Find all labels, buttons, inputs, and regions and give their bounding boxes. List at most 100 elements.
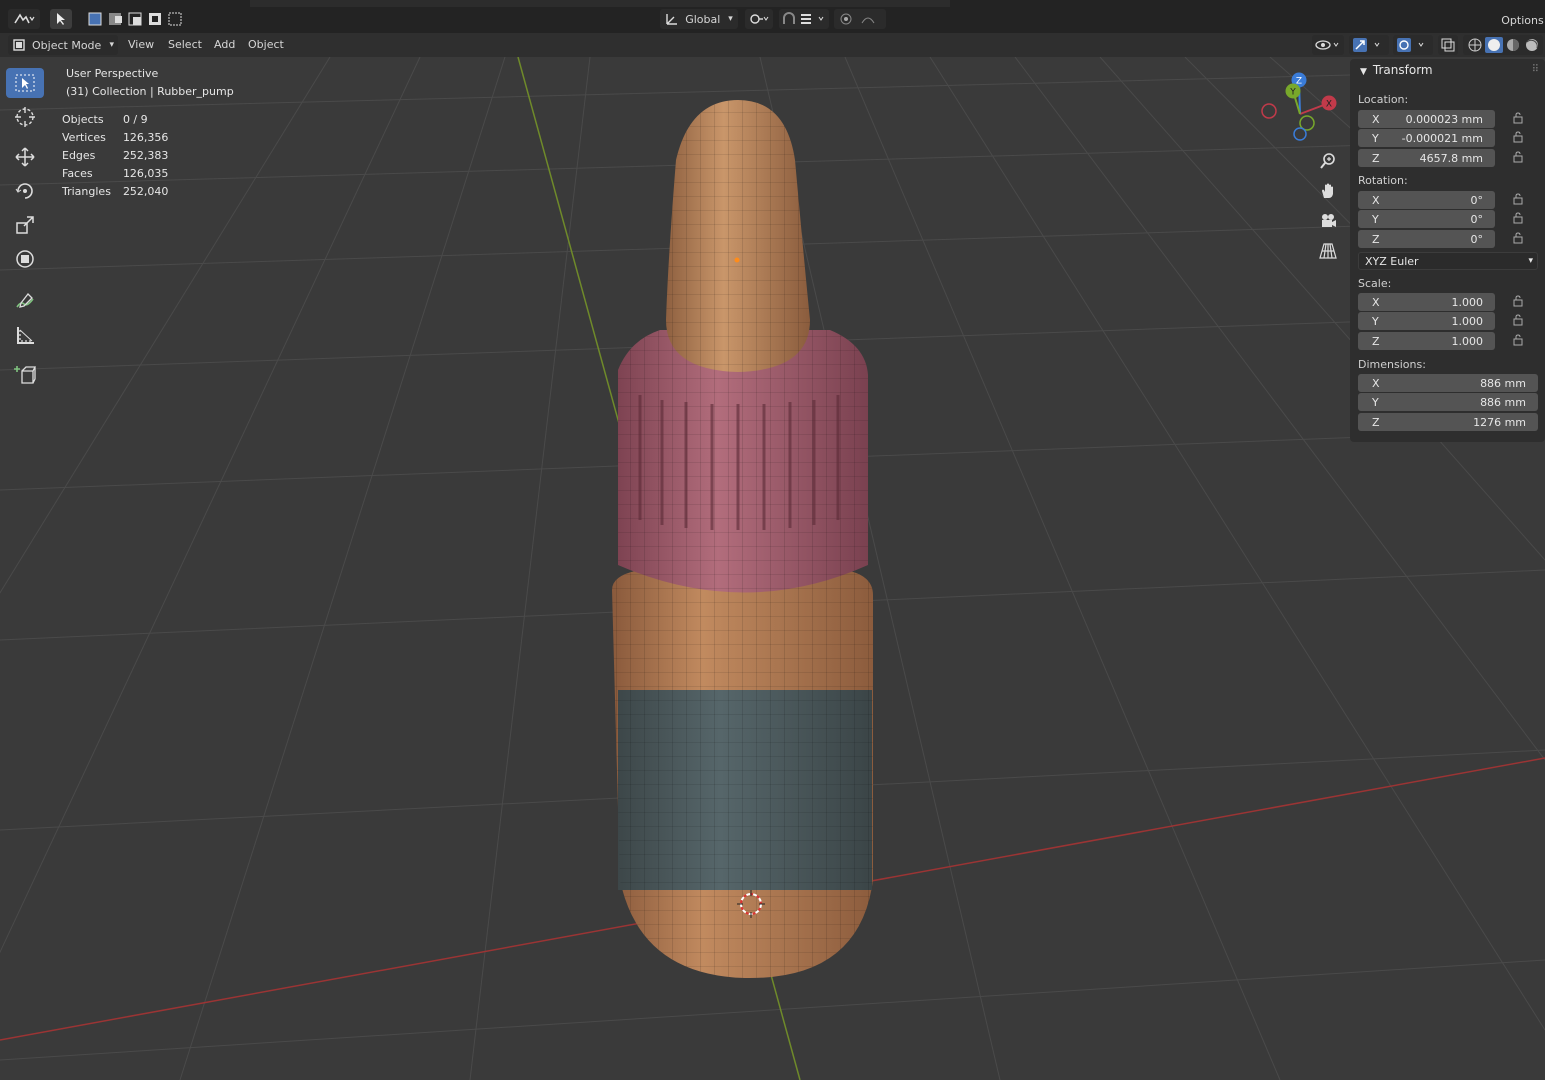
field-value: 886 mm (1480, 376, 1526, 390)
menu-view[interactable]: View (122, 36, 160, 54)
navigation-gizmo[interactable]: X Z Y (1255, 69, 1345, 159)
lock-icon[interactable] (1513, 193, 1527, 205)
object-mode-icon (13, 39, 25, 51)
lock-icon[interactable] (1513, 314, 1527, 326)
snap-icon (783, 12, 824, 24)
tool-cursor[interactable] (6, 102, 44, 132)
axis-label: Y (1372, 395, 1379, 409)
dimension-x-field[interactable]: X 886 mm (1358, 374, 1538, 392)
rotation-y-field[interactable]: Y 0° (1358, 210, 1495, 228)
overlays-toggle[interactable] (1393, 35, 1433, 55)
lock-icon[interactable] (1513, 112, 1527, 124)
tool-add-cube[interactable] (6, 360, 44, 390)
location-y-field[interactable]: Y -0.000021 mm (1358, 129, 1495, 147)
field-value: 886 mm (1480, 395, 1526, 409)
select-tool-button[interactable] (50, 9, 72, 29)
rotation-mode-dropdown[interactable]: XYZ Euler ▾ (1358, 252, 1538, 270)
view-name: User Perspective (66, 67, 159, 80)
select-box-icon (15, 74, 35, 92)
transform-icon (16, 250, 34, 268)
lock-icon[interactable] (1513, 334, 1527, 346)
shading-mode-group[interactable] (1463, 35, 1543, 55)
location-x-field[interactable]: X 0.000023 mm (1358, 110, 1495, 128)
rotation-z-field[interactable]: Z 0° (1358, 230, 1495, 248)
dimensions-label: Dimensions: (1358, 358, 1426, 371)
tool-select-box[interactable] (6, 68, 44, 98)
menu-select[interactable]: Select (162, 36, 208, 54)
lock-icon[interactable] (1513, 151, 1527, 163)
transform-panel-header[interactable]: ▼ Transform (1360, 63, 1433, 77)
hand-icon (1322, 183, 1333, 198)
pan-button[interactable] (1316, 179, 1340, 203)
field-value: 4657.8 mm (1419, 151, 1483, 165)
field-value: 1.000 (1451, 295, 1484, 309)
gizmo-z-label: Z (1296, 77, 1302, 87)
selection-mode-group[interactable] (86, 9, 182, 29)
drag-handle-icon[interactable]: ⠿ (1532, 64, 1539, 75)
menu-add[interactable]: Add (208, 36, 241, 54)
tool-annotate[interactable] (6, 286, 44, 316)
3d-viewport[interactable]: X Z Y (0, 57, 1545, 1080)
dimension-z-field[interactable]: Z 1276 mm (1358, 413, 1538, 431)
stat-value: 126,035 (122, 166, 169, 180)
menu-object[interactable]: Object (242, 36, 290, 54)
stat-label: Faces (62, 166, 93, 180)
orientation-icon (666, 14, 678, 25)
shading-icons (1468, 37, 1538, 53)
xray-toggle[interactable] (1438, 35, 1458, 55)
zoom-button[interactable] (1316, 149, 1340, 173)
editor-type-button[interactable] (8, 9, 40, 29)
pivot-icon (750, 14, 769, 24)
chevron-down-icon: ▾ (109, 40, 114, 50)
rotation-label: Rotation: (1358, 174, 1408, 187)
scale-x-field[interactable]: X 1.000 (1358, 293, 1495, 311)
gizmo-toggle[interactable] (1349, 35, 1389, 55)
axis-label: Z (1372, 334, 1380, 348)
collapse-arrow-icon: ▼ (1360, 67, 1367, 77)
rotation-x-field[interactable]: X 0° (1358, 191, 1495, 209)
workspace-tabs[interactable] (250, 0, 950, 7)
dimension-y-field[interactable]: Y 886 mm (1358, 393, 1538, 411)
move-icon (15, 147, 35, 167)
overlay-icon (1397, 38, 1424, 52)
field-value: 1.000 (1451, 314, 1484, 328)
options-button[interactable]: Options (1500, 10, 1545, 30)
scale-y-field[interactable]: Y 1.000 (1358, 312, 1495, 330)
field-value: -0.000021 mm (1401, 131, 1483, 145)
stat-value: 252,040 (122, 184, 169, 198)
lock-icon[interactable] (1513, 131, 1527, 143)
tool-rotate[interactable] (6, 176, 44, 206)
scale-z-field[interactable]: Z 1.000 (1358, 332, 1495, 350)
gizmo-x-label: X (1326, 100, 1332, 110)
object-origin (734, 257, 740, 263)
scale-icon (16, 216, 34, 234)
field-value: 0.000023 mm (1405, 112, 1483, 126)
proportional-editing-group[interactable] (834, 9, 886, 29)
pivot-point-dropdown[interactable] (745, 9, 773, 29)
editor-type-icon (14, 13, 35, 24)
axis-label: Z (1372, 232, 1380, 246)
snapping-group[interactable] (779, 9, 829, 29)
perspective-toggle[interactable] (1316, 239, 1340, 263)
lock-icon[interactable] (1513, 295, 1527, 307)
axis-label: X (1372, 376, 1380, 390)
mode-dropdown[interactable]: Object Mode ▾ (8, 35, 118, 55)
transform-orientation-dropdown[interactable]: Global ▾ (660, 9, 738, 29)
tool-measure[interactable] (6, 320, 44, 350)
location-label: Location: (1358, 93, 1409, 106)
lock-icon[interactable] (1513, 232, 1527, 244)
camera-icon (1322, 214, 1336, 227)
tool-transform[interactable] (6, 244, 44, 274)
axis-label: Y (1372, 131, 1379, 145)
field-value: 1.000 (1451, 334, 1484, 348)
camera-view-button[interactable] (1316, 209, 1340, 233)
stat-value: 252,383 (122, 148, 169, 162)
visibility-dropdown[interactable] (1312, 35, 1344, 55)
lock-icon[interactable] (1513, 212, 1527, 224)
gizmo-y-label: Y (1289, 88, 1296, 98)
scene-statistics: Objects 0 / 9 Vertices 126,356 Edges 252,38… (62, 110, 180, 200)
proportional-edit-icon (840, 13, 875, 25)
tool-scale[interactable] (6, 210, 44, 240)
tool-move[interactable] (6, 142, 44, 172)
location-z-field[interactable]: Z 4657.8 mm (1358, 149, 1495, 167)
